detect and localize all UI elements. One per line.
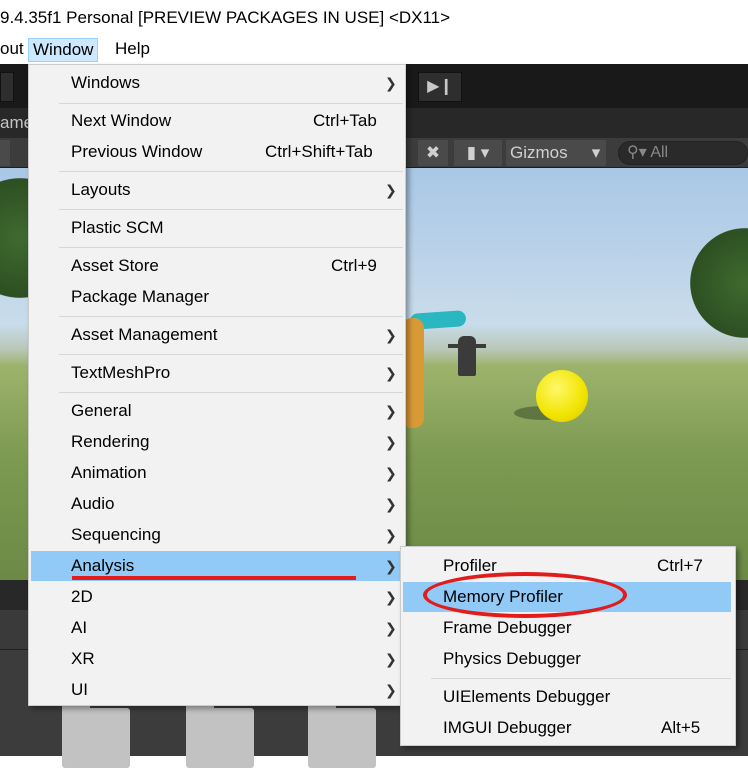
menu-item-next-window[interactable]: Next Window Ctrl+Tab — [31, 106, 403, 136]
chevron-right-icon: ❯ — [385, 558, 397, 574]
chevron-right-icon: ❯ — [385, 682, 397, 698]
chevron-right-icon: ❯ — [385, 327, 397, 343]
chevron-right-icon: ❯ — [385, 620, 397, 636]
window-menu: Windows ❯ Next Window Ctrl+Tab Previous … — [28, 64, 406, 706]
menu-separator — [59, 392, 403, 393]
scene-toolbar-button[interactable] — [0, 140, 10, 166]
menu-separator — [59, 171, 403, 172]
menu-help[interactable]: Help — [111, 38, 154, 62]
chevron-right-icon: ❯ — [385, 182, 397, 198]
menu-separator — [59, 209, 403, 210]
menu-separator — [59, 354, 403, 355]
menu-item-windows[interactable]: Windows ❯ — [31, 68, 403, 98]
chevron-right-icon: ❯ — [385, 527, 397, 543]
chevron-right-icon: ❯ — [385, 365, 397, 381]
chevron-right-icon: ❯ — [385, 434, 397, 450]
menu-item-uielements-debugger[interactable]: UIElements Debugger — [403, 682, 731, 712]
tools-icon[interactable]: ✖ — [418, 140, 448, 166]
menu-item-ui[interactable]: UI ❯ — [31, 675, 403, 705]
menu-separator — [431, 678, 731, 679]
chevron-right-icon: ❯ — [385, 403, 397, 419]
search-icon: ⚲▾ — [627, 144, 647, 161]
menu-item-asset-store[interactable]: Asset Store Ctrl+9 — [31, 251, 403, 281]
menu-separator — [59, 103, 403, 104]
menu-item-plastic-scm[interactable]: Plastic SCM — [31, 213, 403, 243]
menu-item-asset-management[interactable]: Asset Management ❯ — [31, 320, 403, 350]
menu-separator — [59, 247, 403, 248]
menu-layout[interactable]: out — [0, 38, 28, 62]
annotation-ellipse — [423, 572, 627, 618]
chevron-right-icon: ❯ — [385, 465, 397, 481]
gizmos-label: Gizmos — [510, 143, 568, 162]
menu-bar: out Window Help — [0, 36, 748, 64]
gizmos-button[interactable]: Gizmos — [506, 140, 586, 166]
folder-icon[interactable] — [186, 702, 254, 768]
menu-window[interactable]: Window — [28, 38, 99, 62]
menu-item-layouts[interactable]: Layouts ❯ — [31, 175, 403, 205]
menu-item-physics-debugger[interactable]: Physics Debugger — [403, 644, 731, 674]
menu-item-rendering[interactable]: Rendering ❯ — [31, 427, 403, 457]
menu-item-sequencing[interactable]: Sequencing ❯ — [31, 520, 403, 550]
menu-item-general[interactable]: General ❯ — [31, 396, 403, 426]
search-input[interactable]: ⚲▾ All — [618, 141, 748, 165]
humanoid-character — [458, 336, 476, 376]
chevron-down-icon[interactable]: ▾ — [586, 140, 606, 166]
chevron-right-icon: ❯ — [385, 589, 397, 605]
annotation-underline — [72, 576, 356, 580]
play-button[interactable] — [0, 72, 14, 102]
step-forward-icon: ▶❙ — [427, 78, 453, 95]
menu-item-frame-debugger[interactable]: Frame Debugger — [403, 613, 731, 643]
window-title: 9.4.35f1 Personal [PREVIEW PACKAGES IN U… — [0, 0, 748, 36]
menu-item-textmeshpro[interactable]: TextMeshPro ❯ — [31, 358, 403, 388]
menu-item-ai[interactable]: AI ❯ — [31, 613, 403, 643]
chevron-right-icon: ❯ — [385, 75, 397, 91]
chevron-right-icon: ❯ — [385, 496, 397, 512]
step-button[interactable]: ▶❙ — [418, 72, 462, 102]
camera-icon[interactable]: ▮ ▾ — [454, 140, 502, 166]
chevron-right-icon: ❯ — [385, 651, 397, 667]
menu-item-audio[interactable]: Audio ❯ — [31, 489, 403, 519]
menu-item-animation[interactable]: Animation ❯ — [31, 458, 403, 488]
menu-item-imgui-debugger[interactable]: IMGUI Debugger Alt+5 — [403, 713, 731, 743]
menu-item-2d[interactable]: 2D ❯ — [31, 582, 403, 612]
palm-tree — [690, 228, 748, 338]
folder-icon[interactable] — [308, 702, 376, 768]
search-placeholder: All — [650, 144, 669, 161]
menu-item-package-manager[interactable]: Package Manager — [31, 282, 403, 312]
folder-icon[interactable] — [62, 702, 130, 768]
menu-item-previous-window[interactable]: Previous Window Ctrl+Shift+Tab — [31, 137, 403, 167]
menu-separator — [59, 316, 403, 317]
coin — [536, 370, 588, 422]
menu-item-xr[interactable]: XR ❯ — [31, 644, 403, 674]
